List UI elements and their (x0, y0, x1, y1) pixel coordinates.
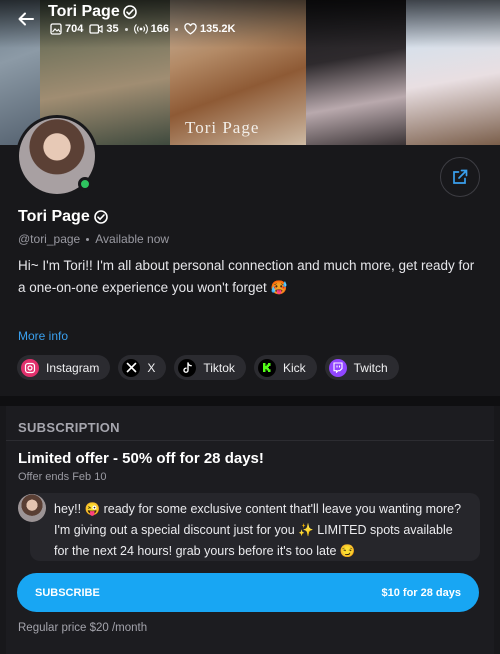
live-icon (133, 24, 148, 34)
online-indicator (78, 177, 92, 191)
arrow-left-icon (18, 12, 34, 26)
video-icon (89, 24, 103, 34)
profile-bio: Hi~ I'm Tori!! I'm all about personal co… (18, 258, 475, 295)
stat-separator (174, 27, 178, 31)
x-icon (122, 358, 141, 377)
social-label: Instagram (46, 360, 100, 375)
social-label: X (147, 360, 156, 375)
banner-watermark: Tori Page (185, 118, 260, 137)
profile-stats: 704 35 166 135.2K (50, 23, 235, 35)
stat-separator (124, 27, 128, 31)
message-avatar (18, 494, 46, 522)
social-tiktok[interactable]: Tiktok (174, 355, 246, 380)
share-icon (453, 169, 468, 184)
stat-streams-count: 166 (150, 23, 169, 35)
stat-videos: 35 (89, 23, 119, 35)
subscription-heading: SUBSCRIPTION (18, 420, 120, 435)
social-twitch[interactable]: Twitch (324, 355, 399, 380)
verified-icon (93, 210, 108, 224)
social-links: Instagram X Tiktok Kick Twitch (17, 355, 399, 380)
availability-status: Available now (95, 232, 170, 246)
profile-name-text: Tori Page (18, 208, 90, 225)
share-button[interactable] (440, 157, 480, 197)
profile-name: Tori Page (18, 208, 108, 226)
more-info-link[interactable]: More info (18, 329, 68, 343)
verified-icon (122, 5, 137, 19)
instagram-icon (21, 358, 39, 377)
stat-photos-count: 704 (65, 23, 84, 35)
social-instagram[interactable]: Instagram (17, 355, 111, 380)
social-kick[interactable]: Kick (253, 355, 317, 380)
section-divider (0, 396, 500, 406)
stat-likes-count: 135.2K (199, 23, 236, 35)
header-title: Tori Page (48, 3, 137, 21)
stat-likes: 135.2K (184, 23, 235, 35)
back-button[interactable] (14, 8, 38, 30)
social-x[interactable]: X (118, 355, 167, 380)
stat-streams: 166 (133, 23, 169, 35)
header-name: Tori Page (48, 3, 120, 20)
handle-separator (86, 237, 90, 241)
social-label: Tiktok (203, 360, 235, 375)
stat-photos: 704 (50, 23, 83, 35)
social-label: Kick (282, 360, 306, 375)
offer-ends: Offer ends Feb 10 (18, 471, 107, 483)
regular-price: Regular price $20 /month (18, 622, 148, 634)
subscribe-label: SUBSCRIBE (35, 586, 100, 599)
profile-handle: @tori_page (18, 232, 81, 246)
photo-icon (50, 23, 62, 35)
heart-icon (184, 23, 197, 35)
creator-message: hey!! 😜 ready for some exclusive content… (30, 493, 480, 561)
tiktok-icon (178, 358, 197, 377)
stat-videos-count: 35 (106, 23, 119, 35)
offer-title: Limited offer - 50% off for 28 days! (18, 450, 264, 467)
kick-icon (257, 358, 276, 377)
social-label: Twitch (353, 360, 388, 375)
handle-row: @tori_page Available now (18, 232, 169, 246)
subscription-divider (6, 440, 494, 441)
twitch-icon (328, 358, 347, 377)
subscribe-button[interactable]: SUBSCRIBE $10 for 28 days (17, 573, 479, 612)
subscribe-price: $10 for 28 days (381, 586, 462, 599)
